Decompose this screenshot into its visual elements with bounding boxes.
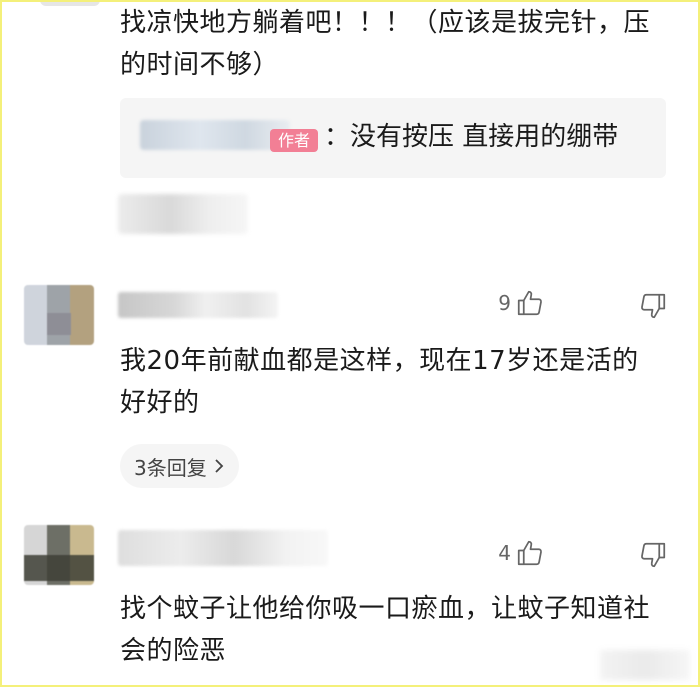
like-count: 4 bbox=[498, 541, 511, 565]
comment-1-text: 找凉快地方躺着吧！！！（应该是拔完针，压的时间不够） bbox=[120, 8, 651, 80]
username-blurred[interactable] bbox=[118, 530, 328, 566]
author-reply-box[interactable]: 作者 ：没有按压 直接用的绷带 bbox=[120, 98, 666, 178]
view-replies-button[interactable]: 3条回复 bbox=[120, 444, 239, 488]
thumbs-down-icon[interactable] bbox=[638, 540, 668, 570]
reply-text: ：没有按压 直接用的绷带 bbox=[324, 122, 619, 152]
previous-comment-remnant bbox=[40, 0, 100, 6]
like-button[interactable]: 9 bbox=[498, 288, 545, 318]
username-blurred[interactable] bbox=[118, 292, 278, 318]
like-count: 9 bbox=[498, 291, 511, 315]
watermark-blur bbox=[600, 650, 690, 680]
replies-label: 3条回复 bbox=[134, 455, 207, 480]
thumbs-up-icon bbox=[515, 538, 545, 568]
avatar[interactable] bbox=[24, 285, 94, 345]
author-badge: 作者 bbox=[270, 129, 318, 152]
reply-username-blurred bbox=[140, 120, 290, 150]
like-button[interactable]: 4 bbox=[498, 538, 545, 568]
thumbs-down-icon[interactable] bbox=[638, 291, 668, 321]
avatar[interactable] bbox=[24, 525, 94, 585]
chevron-right-icon bbox=[213, 457, 225, 475]
blurred-reply-link[interactable] bbox=[118, 194, 248, 234]
comment-2-text: 我20年前献血都是这样，现在17岁还是活的好好的 bbox=[120, 346, 639, 418]
thumbs-up-icon bbox=[515, 288, 545, 318]
comment-3-text: 找个蚊子让他给你吸一口瘀血，让蚊子知道社会的险恶 bbox=[120, 594, 651, 666]
